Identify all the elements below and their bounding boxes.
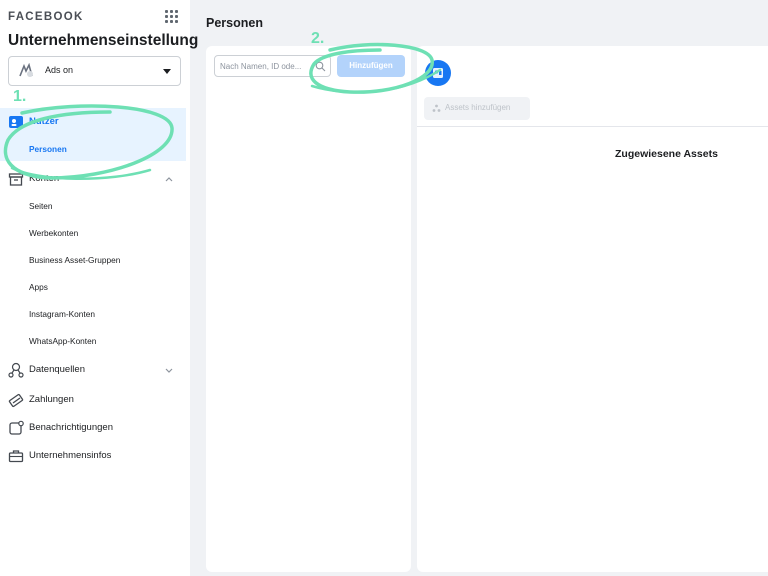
account-name: Ads on [45, 65, 74, 75]
sidebar-title: Unternehmenseinstellung [8, 32, 199, 49]
sidebar-item-personen[interactable]: Personen [29, 144, 67, 154]
add-assets-button[interactable]: Assets hinzufügen [424, 97, 530, 120]
nav-item-nutzer[interactable]: Nutzer [0, 111, 186, 133]
divider [417, 126, 768, 127]
sidebar: FACEBOOK Unternehmenseinstellung Ads on … [0, 0, 198, 576]
chevron-down-icon [165, 368, 173, 373]
nav-item-konten[interactable]: Konten [0, 168, 186, 190]
facebook-logo: FACEBOOK [8, 11, 84, 23]
data-sources-icon [8, 362, 24, 378]
assets-icon [432, 104, 441, 112]
sidebar-item-apps[interactable]: Apps [29, 282, 48, 292]
apps-grid-icon[interactable] [165, 10, 178, 23]
nav-item-unternehmensinfos-label: Unternehmensinfos [29, 450, 112, 461]
person-details-panel: Assets hinzufügen Zugewiesene Assets [417, 46, 768, 572]
notification-icon [9, 420, 24, 435]
sidebar-item-instagram-konten[interactable]: Instagram-Konten [29, 309, 95, 319]
nav-item-nutzer-label: Nutzer [29, 116, 59, 127]
archive-icon [8, 173, 24, 186]
search-icon [315, 61, 326, 72]
nav-item-konten-label: Konten [29, 173, 60, 184]
nav-item-benachrichtigungen[interactable]: Benachrichtigungen [0, 417, 186, 439]
account-selector[interactable]: Ads on [8, 56, 181, 86]
add-person-button[interactable]: Hinzufügen [337, 55, 405, 77]
assigned-assets-heading: Zugewiesene Assets [615, 148, 718, 160]
user-avatar-icon [433, 68, 443, 78]
nav-item-datenquellen-label: Datenquellen [29, 364, 85, 375]
nav-item-unternehmensinfos[interactable]: Unternehmensinfos [0, 445, 186, 467]
sidebar-item-whatsapp-konten[interactable]: WhatsApp-Konten [29, 336, 96, 346]
chevron-down-icon [163, 69, 171, 74]
users-icon [9, 116, 23, 128]
payment-card-icon [8, 393, 24, 408]
chevron-up-icon [165, 177, 173, 182]
people-list-panel: Hinzufügen [206, 46, 411, 572]
nav-item-zahlungen[interactable]: Zahlungen [0, 389, 186, 411]
sidebar-item-business-asset-gruppen[interactable]: Business Asset-Gruppen [29, 255, 120, 265]
account-logo-icon [19, 63, 33, 77]
page-title: Personen [206, 16, 263, 30]
add-assets-label: Assets hinzufügen [445, 103, 511, 112]
nav-item-benachrichtigungen-label: Benachrichtigungen [29, 422, 113, 433]
search-field[interactable] [214, 55, 331, 77]
nav-item-datenquellen[interactable]: Datenquellen [0, 359, 186, 381]
nav-item-zahlungen-label: Zahlungen [29, 394, 74, 405]
briefcase-icon [8, 450, 24, 463]
sidebar-item-werbekonten[interactable]: Werbekonten [29, 228, 78, 238]
search-input[interactable] [220, 59, 312, 73]
sidebar-item-seiten[interactable]: Seiten [29, 201, 53, 211]
avatar [425, 60, 451, 86]
